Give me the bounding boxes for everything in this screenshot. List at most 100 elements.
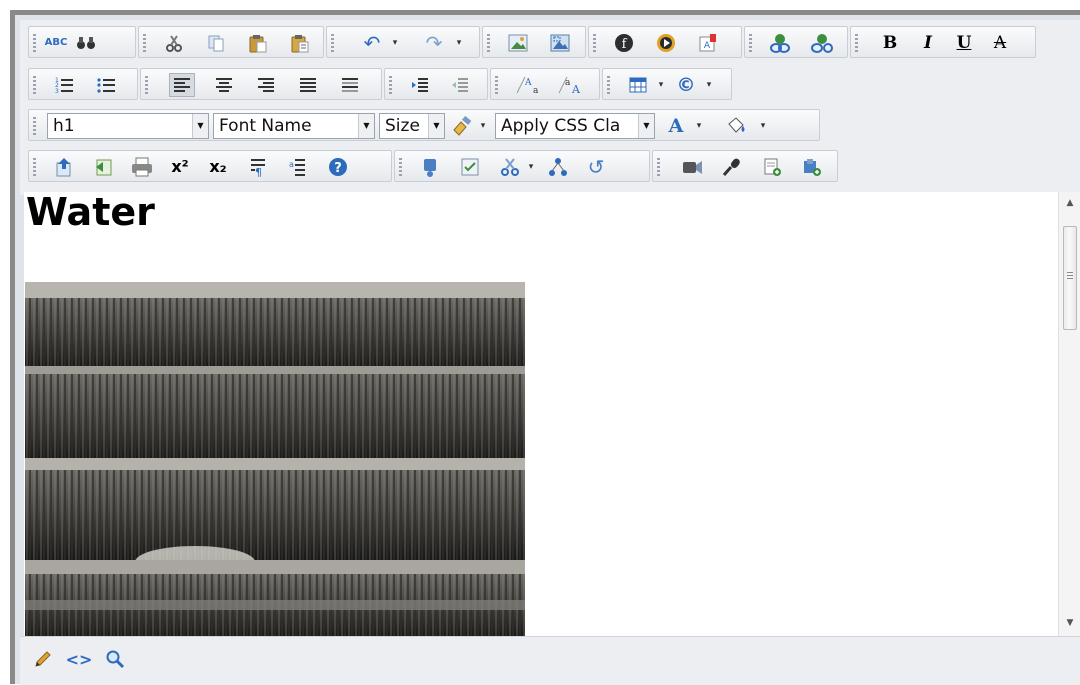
microphone-button[interactable]	[719, 155, 745, 179]
preview-mode-button[interactable]	[102, 647, 128, 671]
bold-button[interactable]: B	[877, 31, 903, 55]
magnifier-icon	[106, 650, 125, 669]
snippet-button[interactable]	[417, 155, 443, 179]
toolbar-grip[interactable]	[399, 158, 402, 176]
form-button[interactable]	[457, 155, 483, 179]
scrollbar-thumb[interactable]	[1063, 226, 1077, 330]
justify-button[interactable]	[295, 73, 321, 97]
toolbar-grip[interactable]	[593, 34, 596, 52]
svg-text:a: a	[565, 78, 571, 88]
table-button[interactable]	[625, 73, 651, 97]
help-button[interactable]: ?	[325, 155, 351, 179]
fore-color-button[interactable]: A	[663, 114, 689, 138]
template-button[interactable]	[91, 155, 117, 179]
toolbar-grip[interactable]	[143, 34, 146, 52]
waterfall-image	[25, 282, 525, 636]
numbered-list-button[interactable]: 123	[51, 73, 77, 97]
toolbar-grip[interactable]	[331, 34, 334, 52]
add-link-button[interactable]	[799, 155, 825, 179]
content-heading[interactable]: Water	[26, 192, 155, 234]
design-mode-button[interactable]	[30, 647, 56, 671]
toolbar-grip[interactable]	[33, 76, 36, 94]
undo-button[interactable]: ↶	[359, 31, 385, 55]
module-button[interactable]	[497, 155, 523, 179]
remove-alignment-button[interactable]	[337, 73, 363, 97]
font-size-dropdown[interactable]: Size ▼	[379, 113, 445, 139]
align-right-button[interactable]	[253, 73, 279, 97]
refresh-button[interactable]: ↺	[583, 155, 609, 179]
image-manager-button[interactable]	[505, 31, 531, 55]
toolbar-grip[interactable]	[657, 158, 660, 176]
editor-scrollbar[interactable]: ▲ ▼	[1058, 192, 1080, 636]
italic-button[interactable]: I	[915, 31, 941, 55]
symbol-dropdown-arrow[interactable]: ▾	[703, 75, 715, 95]
back-color-dropdown-arrow[interactable]: ▾	[757, 116, 769, 136]
paragraph-button[interactable]: ¶	[245, 155, 271, 179]
html-mode-button[interactable]: <>	[66, 647, 93, 671]
redo-dropdown-arrow[interactable]: ▾	[453, 33, 465, 53]
bullet-list-button[interactable]	[93, 73, 119, 97]
module-dropdown-arrow[interactable]: ▾	[525, 157, 537, 177]
link-button[interactable]	[767, 31, 793, 55]
format-stripper-dropdown-arrow[interactable]: ▾	[477, 116, 489, 136]
image-map-button[interactable]	[547, 31, 573, 55]
outdent-button[interactable]	[447, 73, 473, 97]
scroll-up-arrow[interactable]: ▲	[1059, 194, 1080, 212]
flash-button[interactable]: f	[611, 31, 637, 55]
format-stripper-button[interactable]	[449, 114, 475, 138]
symbol-button[interactable]: ©	[673, 73, 699, 97]
strikethrough-button[interactable]: A	[987, 31, 1013, 55]
font-name-dropdown[interactable]: Font Name ▼	[213, 113, 375, 139]
svg-text:A: A	[524, 78, 532, 88]
copy-button[interactable]	[203, 31, 229, 55]
align-right-icon	[258, 78, 274, 92]
document-manager-button[interactable]: A	[695, 31, 721, 55]
paste-plain-button[interactable]	[287, 31, 313, 55]
grip-icon	[1067, 272, 1073, 280]
undo-dropdown-arrow[interactable]: ▾	[389, 33, 401, 53]
decrease-font-size-button[interactable]: Aa	[513, 73, 543, 97]
font-size-value: Size	[385, 116, 420, 136]
insert-button[interactable]	[51, 155, 77, 179]
waterfall-photo[interactable]	[25, 282, 525, 636]
fore-color-dropdown-arrow[interactable]: ▾	[693, 116, 705, 136]
tool-group-misc: x² x₂ ¶ a ?	[28, 150, 392, 182]
toolbar-grip[interactable]	[749, 34, 752, 52]
increase-font-size-button[interactable]: aA	[555, 73, 585, 97]
paste-button[interactable]	[245, 31, 271, 55]
indent-button[interactable]	[407, 73, 433, 97]
align-center-button[interactable]	[211, 73, 237, 97]
toolbar-grip[interactable]	[145, 76, 148, 94]
editor-mode-bar: <>	[20, 636, 1080, 685]
subscript-button[interactable]: x₂	[205, 155, 231, 179]
format-code-button[interactable]: a	[285, 155, 311, 179]
print-button[interactable]	[129, 155, 155, 179]
toolbar-grip[interactable]	[33, 158, 36, 176]
css-class-dropdown[interactable]: Apply CSS Cla ▼	[495, 113, 655, 139]
align-left-button[interactable]	[169, 73, 195, 97]
scroll-down-arrow[interactable]: ▼	[1059, 614, 1080, 632]
redo-button[interactable]: ↷	[421, 31, 447, 55]
remove-alignment-icon	[342, 78, 358, 92]
toolbar-grip[interactable]	[33, 34, 36, 52]
toolbar-grip[interactable]	[495, 76, 498, 94]
cut-button[interactable]	[161, 31, 187, 55]
toolbar-grip[interactable]	[487, 34, 490, 52]
underline-button[interactable]: U	[951, 31, 977, 55]
paragraph-style-dropdown[interactable]: h1 ▼	[47, 113, 209, 139]
media-button[interactable]	[653, 31, 679, 55]
toolbar-grip[interactable]	[607, 76, 610, 94]
toolbar-grip[interactable]	[389, 76, 392, 94]
find-button[interactable]	[73, 31, 99, 55]
new-document-button[interactable]	[759, 155, 785, 179]
editor-content-area[interactable]: Water	[24, 192, 1058, 636]
superscript-button[interactable]: x²	[167, 155, 193, 179]
back-color-button[interactable]	[723, 114, 749, 138]
toolbar-grip[interactable]	[33, 117, 36, 135]
video-button[interactable]	[679, 155, 705, 179]
table-dropdown-arrow[interactable]: ▾	[655, 75, 667, 95]
toolbar-grip[interactable]	[855, 34, 858, 52]
spellcheck-button[interactable]: ABC	[43, 31, 69, 55]
tracking-button[interactable]	[545, 155, 571, 179]
unlink-button[interactable]	[809, 31, 835, 55]
